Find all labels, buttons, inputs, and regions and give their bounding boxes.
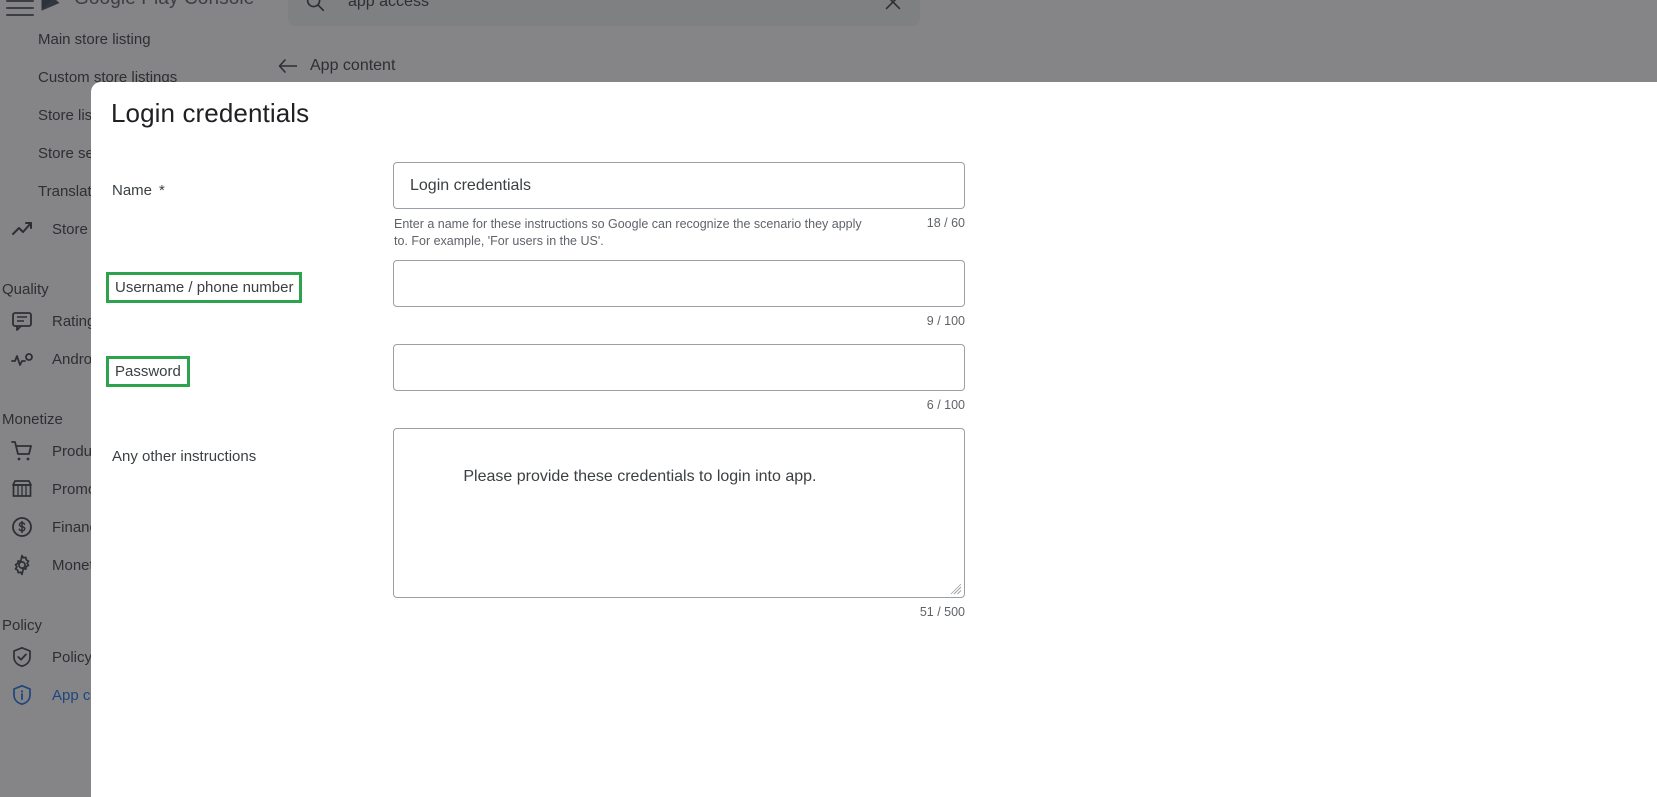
name-label-text: Name xyxy=(112,182,153,199)
login-credentials-dialog: Login credentials Name * Login credential… xyxy=(91,82,1657,797)
username-counter: 9 / 100 xyxy=(926,314,965,328)
name-field-wrap: Login credentials xyxy=(393,162,965,209)
username-label: Username / phone number xyxy=(106,272,303,303)
required-marker: * xyxy=(159,182,165,199)
screen: Google Play Console app access App conte… xyxy=(0,0,1657,797)
password-label-text: Password xyxy=(115,363,181,380)
password-field-wrap xyxy=(393,344,965,391)
password-counter: 6 / 100 xyxy=(926,398,965,412)
instructions-field-wrap: Please provide these credentials to logi… xyxy=(393,428,965,598)
instructions-counter: 51 / 500 xyxy=(919,605,965,619)
username-input[interactable] xyxy=(393,260,965,307)
password-input[interactable] xyxy=(393,344,965,391)
instructions-label: Any other instructions xyxy=(112,448,257,465)
name-label: Name * xyxy=(112,182,165,199)
name-input[interactable]: Login credentials xyxy=(393,162,965,209)
name-counter: 18 / 60 xyxy=(926,216,965,230)
password-label: Password xyxy=(106,356,190,387)
username-label-text: Username / phone number xyxy=(115,279,294,296)
instructions-textarea[interactable]: Please provide these credentials to logi… xyxy=(393,428,965,598)
username-field-wrap xyxy=(393,260,965,307)
instructions-value: Please provide these credentials to logi… xyxy=(463,468,817,486)
page-title: Login credentials xyxy=(111,98,310,128)
resize-handle-icon[interactable] xyxy=(950,583,962,595)
